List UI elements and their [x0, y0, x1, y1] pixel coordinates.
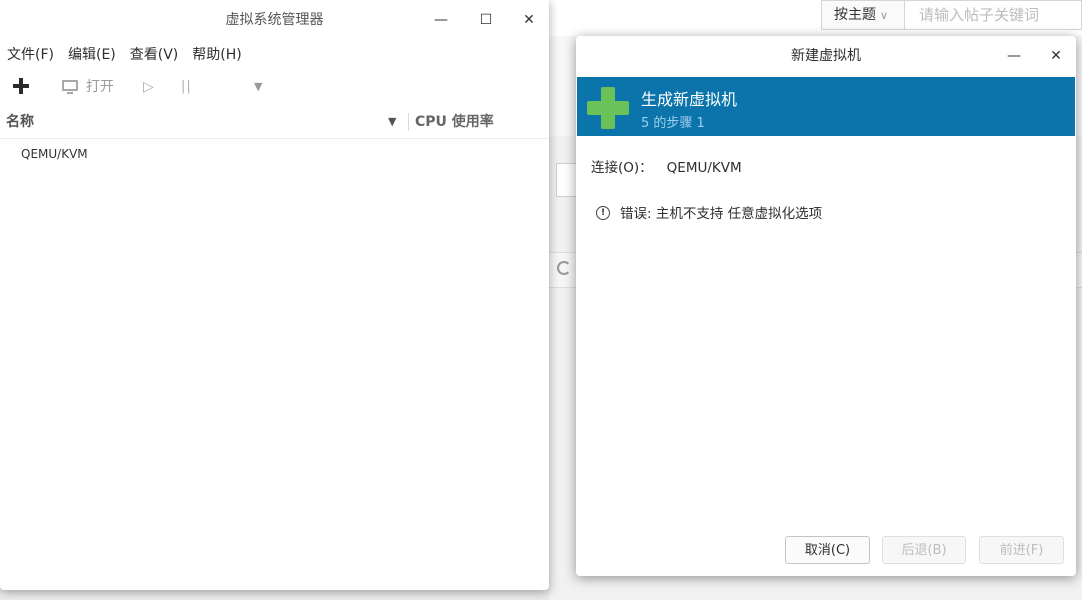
connection-row: 连接(O)： QEMU/KVM: [591, 156, 742, 176]
forward-button[interactable]: 前进(F): [979, 536, 1064, 564]
new-vm-dialog: 新建虚拟机 — ✕ 生成新虚拟机 5 的步骤 1 连接(O)： QEMU/KVM …: [576, 36, 1076, 576]
column-cpu[interactable]: CPU 使用率: [415, 106, 494, 138]
minimize-button[interactable]: —: [431, 10, 451, 30]
dialog-title: 新建虚拟机: [791, 48, 861, 64]
menu-view[interactable]: 查看(V): [130, 40, 179, 70]
connection-name: QEMU/KVM: [21, 147, 88, 161]
vm-list-header: 名称 ▼ CPU 使用率: [0, 106, 549, 139]
window-titlebar: 虚拟系统管理器 — ☐ ✕: [0, 0, 549, 40]
menu-bar: 文件(F) 编辑(E) 查看(V) 帮助(H): [0, 40, 549, 70]
connection-value: QEMU/KVM: [666, 160, 742, 176]
search-type-label: 按主题: [834, 7, 876, 23]
open-button-label: 打开: [86, 79, 114, 95]
menu-file[interactable]: 文件(F): [7, 40, 54, 70]
close-button[interactable]: ✕: [519, 10, 539, 30]
list-item[interactable]: QEMU/KVM: [21, 147, 88, 161]
column-separator: [408, 113, 409, 131]
minimize-button[interactable]: —: [1006, 46, 1022, 66]
monitor-icon: [62, 80, 78, 94]
cancel-button[interactable]: 取消(C): [785, 536, 870, 564]
search-type-select[interactable]: 按主题 ∨: [821, 0, 905, 30]
maximize-button[interactable]: ☐: [476, 10, 496, 30]
play-icon[interactable]: ▷: [143, 76, 154, 98]
add-vm-button[interactable]: [12, 77, 30, 95]
pause-icon[interactable]: ||: [181, 76, 192, 98]
banner-step: 5 的步骤 1: [641, 116, 705, 131]
connection-label: 连接(O)：: [591, 160, 653, 176]
background-topbar: 按主题 ∨ 请输入帖子关键词: [549, 0, 1082, 37]
plus-icon: [587, 87, 629, 129]
chevron-down-icon: ∨: [880, 9, 889, 22]
chevron-down-icon[interactable]: ▼: [254, 76, 262, 98]
toolbar: 打开 ▷ || ▼: [0, 70, 549, 106]
error-message: ! 错误: 主机不支持 任意虚拟化选项: [596, 202, 822, 222]
close-button[interactable]: ✕: [1046, 46, 1066, 66]
open-button[interactable]: 打开: [62, 76, 114, 98]
back-button[interactable]: 后退(B): [882, 536, 966, 564]
menu-help[interactable]: 帮助(H): [192, 40, 241, 70]
banner-title: 生成新虚拟机: [641, 90, 738, 109]
virt-manager-window: 虚拟系统管理器 — ☐ ✕ 文件(F) 编辑(E) 查看(V) 帮助(H) 打开 ▷ …: [0, 0, 549, 590]
sort-arrow-icon[interactable]: ▼: [388, 106, 396, 138]
search-input[interactable]: 请输入帖子关键词: [905, 0, 1082, 30]
search-placeholder: 请输入帖子关键词: [919, 6, 1040, 24]
column-name[interactable]: 名称: [6, 106, 34, 138]
refresh-icon[interactable]: [557, 261, 571, 275]
wizard-banner: 生成新虚拟机 5 的步骤 1: [577, 77, 1075, 136]
menu-edit[interactable]: 编辑(E): [68, 40, 116, 70]
window-title: 虚拟系统管理器: [225, 12, 324, 28]
dialog-titlebar: 新建虚拟机 — ✕: [576, 36, 1076, 77]
warning-icon: !: [596, 205, 610, 220]
error-text: 错误: 主机不支持 任意虚拟化选项: [620, 206, 823, 222]
